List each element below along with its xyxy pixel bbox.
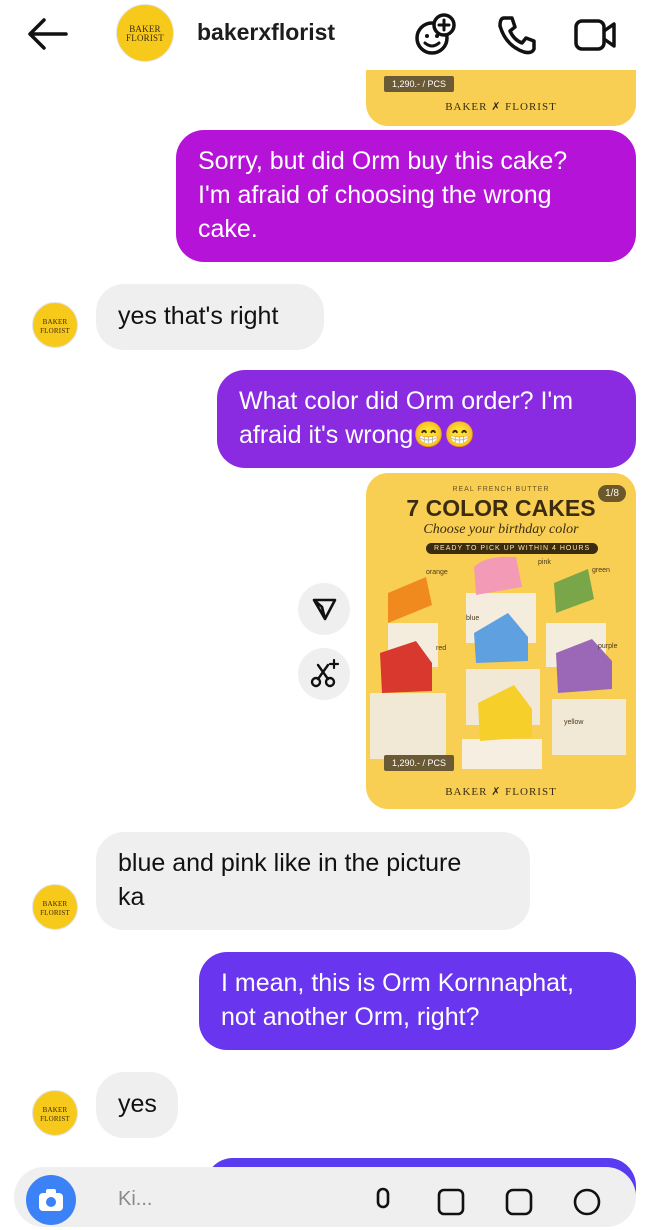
previous-image-message[interactable]: 1,290.- / PCS BAKER ✗ FLORIST <box>366 70 636 126</box>
color-label: pink <box>538 559 551 566</box>
message-line: cake. <box>198 215 258 243</box>
add-icon[interactable] <box>570 1185 604 1219</box>
message-thread[interactable]: 1,290.- / PCS BAKER ✗ FLORIST Sorry, but… <box>0 70 650 1200</box>
incoming-message[interactable]: yes that's right <box>96 284 324 350</box>
message-line: I'm afraid of choosing the wrong <box>198 181 552 209</box>
avatar-brand-text: BAKER FLORIST <box>126 24 164 43</box>
message-line: not another Orm, right? <box>221 1003 480 1031</box>
scissors-sparkle-icon <box>310 658 340 688</box>
gallery-icon[interactable] <box>434 1185 468 1219</box>
send-icon <box>312 598 337 621</box>
avatar-brand-text: BAKER FLORIST <box>40 1106 70 1123</box>
microphone-icon[interactable] <box>366 1185 400 1219</box>
chat-title[interactable]: bakerxflorist <box>197 19 335 46</box>
color-label: yellow <box>564 719 584 726</box>
outgoing-message[interactable]: Sorry, but did Orm buy this cake? I'm af… <box>176 130 636 262</box>
incoming-message[interactable]: blue and pink like in the picture ka <box>96 832 530 930</box>
message-composer[interactable]: Ki... <box>14 1167 636 1227</box>
card-price: 1,290.- / PCS <box>384 755 455 771</box>
color-label: green <box>592 567 610 574</box>
back-arrow-icon[interactable] <box>24 16 70 52</box>
outgoing-message[interactable]: I mean, this is Orm Kornnaphat, not anot… <box>199 952 636 1050</box>
message-line: ka <box>118 883 145 911</box>
message-line: blue and pink like in the picture <box>118 849 462 877</box>
incoming-message[interactable]: yes <box>96 1072 178 1138</box>
previous-card-brand: BAKER ✗ FLORIST <box>445 101 557 113</box>
forward-button[interactable] <box>298 583 350 635</box>
message-line: I mean, this is Orm Kornnaphat, <box>221 969 574 997</box>
sender-avatar[interactable]: BAKER FLORIST <box>32 1090 78 1136</box>
message-line: yes that's right <box>118 302 279 330</box>
previous-card-price: 1,290.- / PCS <box>384 76 455 92</box>
outgoing-message[interactable]: What color did Orm order? I'm afraid it'… <box>217 370 636 468</box>
sender-avatar[interactable]: BAKER FLORIST <box>32 302 78 348</box>
camera-icon <box>39 1189 63 1211</box>
camera-button[interactable] <box>26 1175 76 1225</box>
message-line: What color did Orm order? I'm <box>239 387 574 415</box>
card-tagline: REAL FRENCH BUTTER <box>452 486 550 493</box>
card-brand: BAKER ✗ FLORIST <box>445 786 557 798</box>
avatar[interactable]: BAKER FLORIST <box>116 4 174 62</box>
avatar-brand-text: BAKER FLORIST <box>40 318 70 335</box>
color-label: blue <box>466 615 480 622</box>
message-line: Sorry, but did Orm buy this cake? <box>198 147 568 175</box>
phone-icon[interactable] <box>494 12 540 58</box>
cakes-illustration <box>370 556 626 769</box>
color-label: orange <box>426 569 448 576</box>
message-line: afraid it's wrong😁😁 <box>239 421 476 449</box>
color-label: red <box>436 645 447 652</box>
sticker-icon[interactable] <box>502 1185 536 1219</box>
color-label: purple <box>598 643 618 650</box>
card-subtitle: Choose your birthday color <box>423 522 579 537</box>
sticker-face-icon[interactable] <box>412 12 458 58</box>
chat-header: BAKER FLORIST bakerxflorist <box>0 0 650 70</box>
avatar-brand-text: BAKER FLORIST <box>40 900 70 917</box>
message-line: yes <box>118 1090 157 1118</box>
cake-image-message[interactable]: 1/8 REAL FRENCH BUTTER 7 COLOR CAKES Cho… <box>366 473 636 809</box>
remix-button[interactable] <box>298 648 350 700</box>
sender-avatar[interactable]: BAKER FLORIST <box>32 884 78 930</box>
card-title: 7 COLOR CAKES <box>406 495 596 521</box>
video-camera-icon[interactable] <box>572 12 618 58</box>
